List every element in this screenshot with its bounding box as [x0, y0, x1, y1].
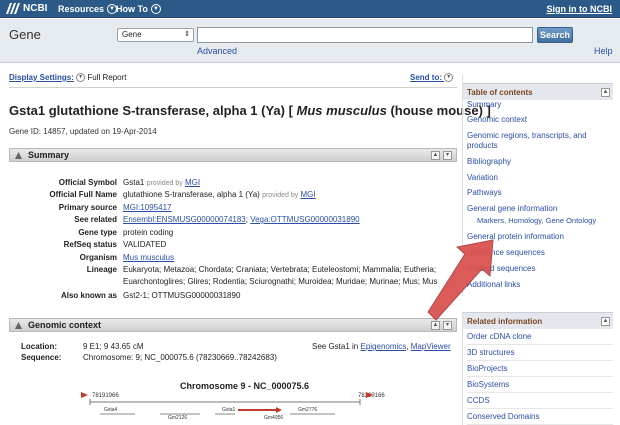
gene-label-gm4956[interactable]: Gm4956 [264, 415, 283, 421]
left-coordinate-arrow-icon[interactable] [81, 392, 88, 398]
toc-item-general-protein-information[interactable]: General protein information [467, 232, 564, 242]
toc-item-bibliography[interactable]: Bibliography [467, 157, 511, 167]
toc-item-related-sequences[interactable]: Related sequences [467, 264, 536, 274]
related-item-order-cdna-clone[interactable]: Order cDNA clone [467, 330, 613, 345]
related-header: Related information ▲ [463, 312, 613, 329]
toc-item-reference-sequences[interactable]: Reference sequences [467, 248, 545, 258]
toc-subitem-markers[interactable]: Markers [477, 216, 504, 225]
toc-title: Table of contents [467, 88, 533, 97]
gene-label-gm2776[interactable]: Gm2776 [298, 407, 317, 413]
related-information: Related information ▲ Order cDNA clone 3… [462, 312, 613, 425]
toc-item-general-gene-information[interactable]: General gene information [467, 204, 557, 214]
toc-collapse-icon[interactable]: ▲ [601, 88, 610, 97]
table-of-contents: Table of contents ▲ Summary Genomic cont… [462, 75, 613, 296]
related-item-3d-structures[interactable]: 3D structures [467, 346, 613, 361]
toc-item-genomic-regions-cont[interactable]: products [467, 141, 498, 151]
toc-item-pathways[interactable]: Pathways [467, 188, 502, 198]
toc-item-genomic-context[interactable]: Genomic context [467, 115, 527, 125]
left-coordinate: 78191966 [92, 393, 119, 399]
gene-direction-arrow-icon [276, 407, 282, 413]
toc-subitems: Markers, Homology, Gene Ontology [477, 216, 597, 225]
gene-label-gsta1[interactable]: Gsta1 [222, 407, 236, 413]
related-item-conserved-domains[interactable]: Conserved Domains [467, 410, 613, 425]
related-item-bioprojects[interactable]: BioProjects [467, 362, 613, 377]
related-title: Related information [467, 317, 543, 326]
right-coordinate: 78269166 [358, 393, 385, 399]
toc-item-additional-links[interactable]: Additional links [467, 280, 520, 290]
related-item-ccds[interactable]: CCDS [467, 394, 613, 409]
toc-header: Table of contents ▲ [463, 83, 613, 100]
related-item-biosystems[interactable]: BioSystems [467, 378, 613, 393]
gene-label-gm2126[interactable]: Gm2126 [168, 415, 187, 421]
related-collapse-icon[interactable]: ▲ [601, 317, 610, 326]
toc-item-genomic-regions[interactable]: Genomic regions, transcripts, and [467, 131, 587, 141]
toc-subitem-gene-ontology[interactable]: Gene Ontology [546, 216, 596, 225]
toc-subitem-homology[interactable]: Homology [508, 216, 541, 225]
toc-item-variation[interactable]: Variation [467, 173, 498, 183]
gene-label-gsta4[interactable]: Gsta4 [104, 407, 118, 413]
toc-item-summary[interactable]: Summary [467, 100, 501, 110]
